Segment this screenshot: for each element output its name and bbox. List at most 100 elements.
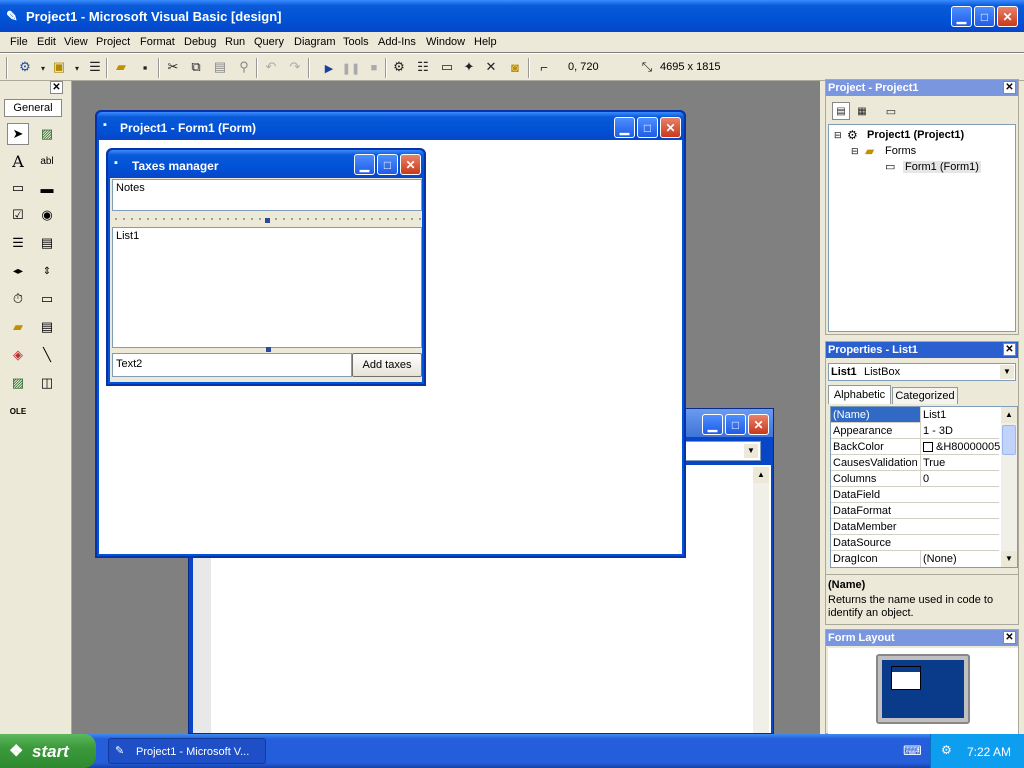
maximize-button[interactable]: □ [974, 6, 995, 27]
checkbox-icon[interactable]: ☑ [7, 204, 29, 226]
add-taxes-button[interactable]: Add taxes [352, 353, 422, 377]
toolbox-tab-general[interactable]: General [4, 99, 62, 117]
frame-icon[interactable]: ▭ [7, 177, 29, 199]
clock[interactable]: 7:22 AM [967, 745, 1011, 759]
pause-icon[interactable]: ❚❚ [342, 59, 360, 77]
shape-icon[interactable]: ◈ [7, 344, 29, 366]
close-button[interactable]: ✕ [748, 414, 769, 435]
optionbutton-icon[interactable]: ◉ [36, 204, 58, 226]
find-icon[interactable]: ⚲ [235, 58, 253, 76]
menu-view[interactable]: View [64, 36, 88, 48]
form-layout-header[interactable]: Form Layout [826, 630, 1018, 646]
label-icon[interactable]: A [7, 150, 29, 172]
maximize-button[interactable]: □ [377, 154, 398, 175]
ole-icon[interactable]: OLE [7, 400, 29, 422]
property-row[interactable]: DataMember [831, 519, 999, 535]
app-title-bar[interactable]: ✎ Project1 - Microsoft Visual Basic [des… [0, 0, 1024, 32]
minimize-button[interactable]: ▁ [614, 117, 635, 138]
form-designer-title-bar[interactable]: ▪ Project1 - Form1 (Form) [97, 112, 684, 140]
scroll-up-icon[interactable]: ▲ [1001, 407, 1017, 423]
commandbutton-icon[interactable]: ▬ [36, 177, 58, 199]
project-panel-header[interactable]: Project - Project1 [826, 80, 1018, 96]
property-row[interactable]: Columns 0 [831, 471, 999, 487]
add-form-icon[interactable]: ▣ [50, 58, 68, 76]
close-icon[interactable]: ✕ [1003, 343, 1016, 356]
property-value[interactable]: &H80000005 [920, 439, 1000, 455]
menu-run[interactable]: Run [225, 36, 245, 48]
image-icon[interactable]: ▨ [7, 372, 29, 394]
text2-textbox[interactable]: Text2 [112, 353, 352, 377]
close-button[interactable]: ✕ [997, 6, 1018, 27]
minimize-button[interactable]: ▁ [951, 6, 972, 27]
close-button[interactable]: ✕ [400, 154, 421, 175]
project-explorer-icon[interactable]: ⚙ [390, 58, 408, 76]
object-browser-icon[interactable]: ✦ [460, 58, 478, 76]
property-row[interactable]: DragIcon (None) [831, 551, 999, 567]
menu-format[interactable]: Format [140, 36, 175, 48]
splitter-bar[interactable] [112, 212, 422, 226]
paste-icon[interactable]: ▤ [211, 58, 229, 76]
tab-categorized[interactable]: Categorized [892, 387, 958, 404]
close-icon[interactable]: ✕ [50, 81, 63, 94]
close-icon[interactable]: ✕ [1003, 631, 1016, 644]
property-value[interactable]: List1 [920, 407, 1000, 423]
minimize-button[interactable]: ▁ [354, 154, 375, 175]
add-project-icon[interactable]: ⚙ [16, 58, 34, 76]
property-row[interactable]: DataFormat [831, 503, 999, 519]
undo-icon[interactable]: ↶ [262, 58, 280, 76]
picturebox-icon[interactable]: ▨ [36, 123, 58, 145]
timer-icon[interactable]: ⏱ [7, 288, 29, 310]
collapse-icon[interactable]: ⊟ [834, 130, 842, 141]
menu-edit[interactable]: Edit [37, 36, 56, 48]
redo-icon[interactable]: ↷ [286, 58, 304, 76]
menu-tools[interactable]: Tools [343, 36, 369, 48]
list1-listbox[interactable]: List1 [112, 227, 422, 352]
property-row[interactable]: DataSource [831, 535, 999, 551]
form-layout-icon[interactable]: ▭ [438, 58, 456, 76]
minimize-button[interactable]: ▁ [702, 414, 723, 435]
scroll-down-icon[interactable]: ▼ [1001, 551, 1017, 567]
tab-alphabetic[interactable]: Alphabetic [828, 385, 891, 404]
view-code-icon[interactable]: ▤ [832, 102, 850, 120]
property-scrollbar[interactable]: ▲ ▼ [1001, 407, 1017, 567]
taxes-form[interactable]: ▪ Taxes manager ▁ □ ✕ Notes List1 Text2 … [106, 148, 426, 386]
view-object-icon[interactable]: ▦ [853, 102, 871, 120]
data-view-icon[interactable]: ◙ [506, 58, 524, 76]
menu-addins[interactable]: Add-Ins [378, 36, 416, 48]
menu-query[interactable]: Query [254, 36, 284, 48]
collapse-icon[interactable]: ⊟ [851, 146, 859, 157]
property-value[interactable]: 1 - 3D [920, 423, 1000, 439]
form-position-preview[interactable] [891, 666, 921, 690]
combobox-icon[interactable]: ☰ [7, 232, 29, 254]
keyboard-tray-icon[interactable]: ⌨ [903, 743, 922, 759]
tree-folder-forms[interactable]: Forms [885, 145, 916, 157]
vscrollbar-icon[interactable]: ⇕ [36, 260, 58, 282]
code-scrollbar[interactable]: ▲ [753, 467, 769, 733]
maximize-button[interactable]: □ [637, 117, 658, 138]
resize-handle[interactable] [265, 218, 270, 223]
property-row[interactable]: CausesValidation True [831, 455, 999, 471]
drivelistbox-icon[interactable]: ▭ [36, 288, 58, 310]
hscrollbar-icon[interactable]: ◂▸ [7, 260, 29, 282]
run-icon[interactable]: ▶ [320, 59, 338, 77]
listbox-icon[interactable]: ▤ [36, 232, 58, 254]
property-value[interactable]: (None) [920, 551, 1000, 567]
data-icon[interactable]: ◫ [36, 372, 58, 394]
stop-icon[interactable]: ■ [365, 59, 383, 77]
close-icon[interactable]: ✕ [1003, 81, 1016, 94]
toggle-folders-icon[interactable]: ▭ [882, 102, 900, 120]
toolbox-icon[interactable]: ✕ [482, 58, 500, 76]
properties-window-icon[interactable]: ☷ [414, 58, 432, 76]
close-button[interactable]: ✕ [660, 117, 681, 138]
save-icon[interactable]: ▪ [136, 58, 154, 76]
chevron-down-icon[interactable]: ▼ [744, 444, 758, 458]
menu-project[interactable]: Project [96, 36, 130, 48]
properties-panel-header[interactable]: Properties - List1 [826, 342, 1018, 358]
menu-editor-icon[interactable]: ☰ [86, 58, 104, 76]
dirlistbox-icon[interactable]: ▰ [7, 316, 29, 338]
pointer-icon[interactable]: ➤ [7, 123, 29, 145]
open-folder-icon[interactable]: ▰ [112, 58, 130, 76]
property-row[interactable]: (Name) List1 [831, 407, 1000, 423]
start-button[interactable]: ❖ start [0, 734, 96, 768]
tree-item-form1[interactable]: Form1 (Form1) [903, 161, 981, 173]
